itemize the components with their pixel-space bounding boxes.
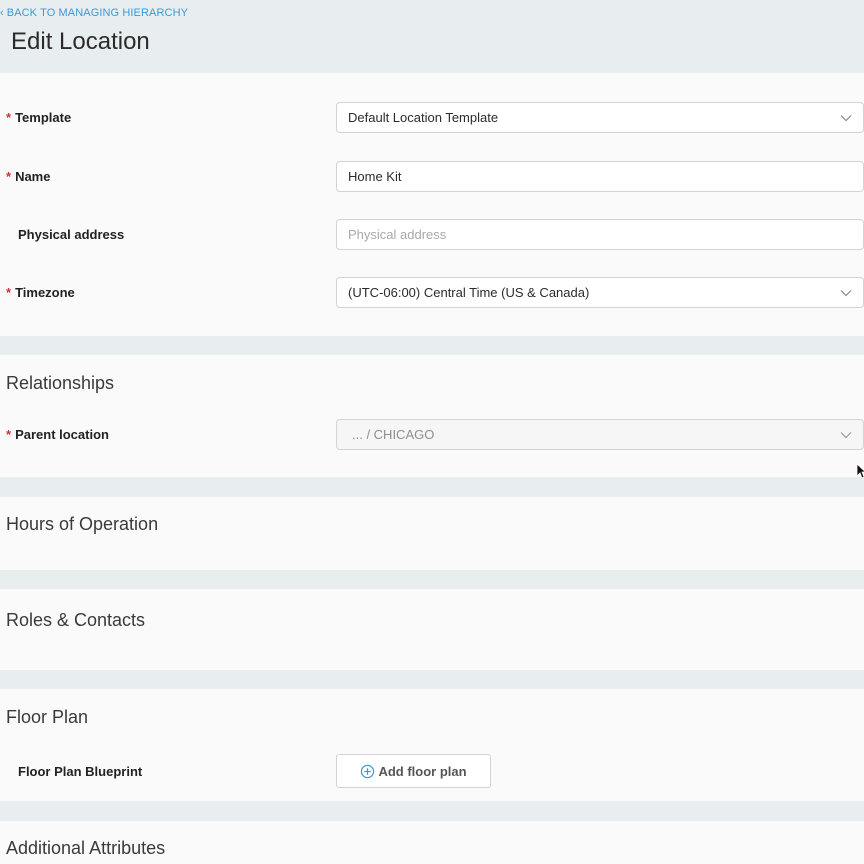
floor-plan-section: Floor Plan Floor Plan Blueprint Add floo…	[0, 689, 864, 801]
edit-location-page: ‹ BACK TO MANAGING HIERARCHY Edit Locati…	[0, 0, 864, 864]
back-link-label: BACK TO MANAGING HIERARCHY	[6, 7, 189, 19]
floor-plan-blueprint-label: Floor Plan Blueprint	[18, 763, 143, 779]
physical-address-placeholder: Physical address	[348, 227, 447, 242]
roles-section: Roles & Contacts	[0, 589, 864, 670]
name-value: Home Kit	[348, 169, 402, 184]
hours-section: Hours of Operation	[0, 497, 864, 570]
chevron-down-icon	[840, 115, 852, 122]
chevron-down-icon	[840, 290, 852, 297]
timezone-row: * Timezone (UTC-06:00) Central Time (US …	[0, 277, 864, 308]
required-marker: *	[6, 285, 12, 300]
template-value: Default Location Template	[348, 110, 499, 125]
template-label: * Template	[6, 102, 71, 133]
mouse-cursor-icon	[856, 463, 864, 479]
template-row: * Template Default Location Template	[0, 102, 864, 133]
add-floor-plan-button[interactable]: Add floor plan	[336, 754, 491, 788]
physical-address-input[interactable]: Physical address	[336, 219, 864, 250]
parent-location-select[interactable]: ... / CHICAGO	[336, 419, 864, 450]
parent-location-label-text: Parent location	[15, 427, 109, 442]
relationships-title: Relationships	[6, 373, 115, 393]
page-title: Edit Location	[11, 28, 150, 55]
timezone-select[interactable]: (UTC-06:00) Central Time (US & Canada)	[336, 277, 864, 308]
physical-address-row: Physical address Physical address	[0, 219, 864, 250]
location-details-section: * Template Default Location Template * N…	[0, 73, 864, 336]
required-marker: *	[6, 427, 12, 442]
chevron-down-icon	[840, 432, 852, 439]
chevron-left-icon: ‹	[0, 6, 4, 19]
required-marker: *	[6, 169, 12, 184]
physical-address-label: Physical address	[18, 227, 125, 242]
back-link[interactable]: ‹ BACK TO MANAGING HIERARCHY	[0, 6, 188, 20]
name-label-text: Name	[15, 169, 51, 184]
timezone-value: (UTC-06:00) Central Time (US & Canada)	[348, 285, 590, 300]
timezone-label: * Timezone	[6, 277, 75, 308]
page-header: ‹ BACK TO MANAGING HIERARCHY Edit Locati…	[0, 0, 864, 73]
plus-circle-icon	[361, 764, 375, 778]
additional-attributes-title: Additional Attributes	[6, 838, 166, 858]
timezone-label-text: Timezone	[15, 285, 75, 300]
additional-attributes-section: Additional Attributes	[0, 821, 864, 864]
template-select[interactable]: Default Location Template	[336, 102, 864, 133]
parent-location-value: ... / CHICAGO	[352, 427, 435, 442]
name-row: * Name Home Kit	[0, 161, 864, 192]
roles-title: Roles & Contacts	[6, 610, 146, 630]
name-label: * Name	[6, 161, 50, 192]
template-label-text: Template	[15, 110, 72, 125]
add-floor-plan-label: Add floor plan	[378, 763, 467, 779]
name-input[interactable]: Home Kit	[336, 161, 864, 192]
floor-plan-row: Floor Plan Blueprint Add floor plan	[0, 754, 864, 788]
parent-location-label: * Parent location	[6, 419, 109, 450]
hours-title: Hours of Operation	[6, 514, 159, 534]
required-marker: *	[6, 110, 12, 125]
relationships-section: Relationships * Parent location ... / CH…	[0, 355, 864, 477]
floor-plan-title: Floor Plan	[6, 707, 89, 727]
parent-location-row: * Parent location ... / CHICAGO	[0, 419, 864, 450]
